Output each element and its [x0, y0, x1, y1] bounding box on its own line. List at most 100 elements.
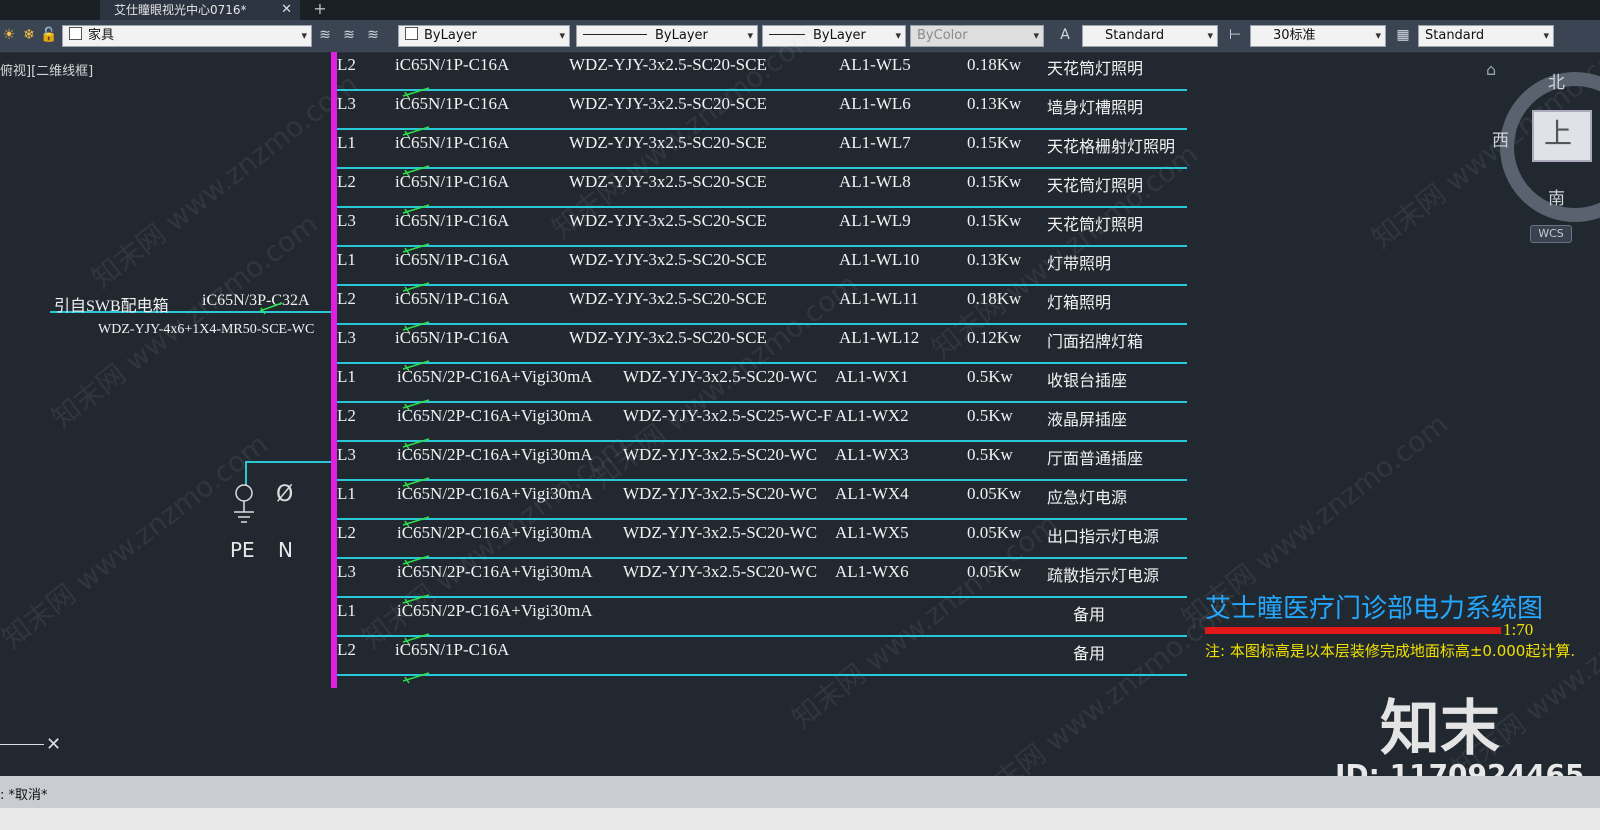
close-icon[interactable]: ✕ [281, 0, 292, 20]
command-line[interactable]: : *取消* [0, 776, 1600, 808]
circuit-power: 0.5Kw [967, 406, 1013, 425]
circuit-phase: L1 [337, 250, 356, 269]
circuit-row: L2 iC65N/1P-C16A WDZ-YJY-3x2.5-SC20-SCE AL1… [337, 52, 1187, 99]
circuit-description: 厅面普通插座 [1047, 449, 1144, 468]
n-label: N [278, 538, 293, 562]
circuit-power: 0.5Kw [967, 445, 1013, 464]
title-underline [1205, 627, 1501, 634]
circuit-id: AL1-WL11 [839, 289, 919, 308]
viewport-label[interactable]: 俯视][二维线框] [0, 60, 93, 79]
ucs-x-icon: ✕ [46, 734, 62, 755]
circuit-cable: WDZ-YJY-3x2.5-SC20-WC [623, 484, 818, 503]
pe-label: PE [230, 538, 255, 562]
color-swatch [405, 27, 418, 40]
circuit-cable: WDZ-YJY-3x2.5-SC25-WC-F [623, 406, 833, 425]
circuit-phase: L2 [337, 523, 356, 542]
circuit-row: L1 iC65N/2P-C16A+Vigi30mA WDZ-YJY-3x2.5-SC… [337, 364, 1187, 411]
circuit-power: 0.18Kw [967, 55, 1022, 74]
circuit-phase: L2 [337, 406, 356, 425]
table-style-icon[interactable]: ▦ [1394, 26, 1412, 44]
circuit-row: L1 iC65N/2P-C16A+Vigi30mA 备用 [337, 598, 1187, 645]
circuit-breaker: iC65N/1P-C16A [395, 328, 510, 347]
circuit-id: AL1-WL5 [839, 55, 911, 74]
circuit-description: 备用 [1073, 605, 1106, 624]
circuit-power: 0.15Kw [967, 133, 1022, 152]
new-tab-icon[interactable]: + [310, 0, 330, 20]
breaker-switch-icon [402, 672, 430, 684]
chevron-down-icon: ▾ [1207, 29, 1213, 42]
chevron-down-icon: ▾ [1375, 29, 1381, 42]
freeze-icon[interactable]: ❄ [20, 26, 38, 44]
compass-south[interactable]: 南 [1548, 184, 1565, 209]
circuit-breaker: iC65N/1P-C16A [395, 133, 510, 152]
circuit-description: 墙身灯槽照明 [1047, 98, 1144, 117]
circuit-row: L3 iC65N/2P-C16A+Vigi30mA WDZ-YJY-3x2.5-SC… [337, 442, 1187, 489]
chevron-down-icon: ▾ [1033, 29, 1039, 42]
circuit-power: 0.05Kw [967, 484, 1022, 503]
circuit-power: 0.05Kw [967, 562, 1022, 581]
circuit-breaker: iC65N/2P-C16A+Vigi30mA [397, 562, 593, 581]
circuit-breaker: iC65N/1P-C16A [395, 172, 510, 191]
circuit-id: AL1-WX3 [835, 445, 909, 464]
table-style-dropdown[interactable]: Standard ▾ [1418, 25, 1554, 47]
circuit-description: 出口指示灯电源 [1047, 527, 1160, 546]
linetype-preview [583, 34, 647, 35]
circuit-power: 0.05Kw [967, 523, 1022, 542]
layer-value: 家具 [88, 28, 115, 43]
lock-icon[interactable]: 🔓 [40, 26, 58, 44]
circuit-id: AL1-WX4 [835, 484, 909, 503]
circuit-cable: WDZ-YJY-3x2.5-SC20-SCE [569, 94, 767, 113]
circuit-description: 门面招牌灯箱 [1047, 332, 1144, 351]
viewcube-face[interactable]: 上 [1532, 110, 1592, 162]
table-style-value: Standard [1425, 28, 1485, 43]
circuit-description: 天花筒灯照明 [1047, 176, 1144, 195]
layer-previous-icon[interactable]: ≋ [340, 26, 358, 44]
pe-wire-drop [245, 461, 247, 485]
circuit-phase: L3 [337, 445, 356, 464]
dimension-style-dropdown[interactable]: 30标准 ▾ [1250, 25, 1386, 47]
compass-north[interactable]: 北 [1548, 68, 1565, 93]
circuit-breaker: iC65N/2P-C16A+Vigi30mA [397, 406, 593, 425]
layer-states-icon[interactable]: ≋ [364, 26, 382, 44]
command-text: : *取消* [0, 788, 48, 803]
circuit-breaker: iC65N/2P-C16A+Vigi30mA [397, 367, 593, 386]
color-dropdown[interactable]: ByLayer ▾ [398, 25, 570, 47]
circuit-description: 灯带照明 [1047, 254, 1112, 273]
circuit-breaker: iC65N/1P-C16A [395, 289, 510, 308]
circuit-description: 收银台插座 [1047, 371, 1128, 390]
drawing-title: 艾士瞳医疗门诊部电力系统图 [1205, 594, 1544, 624]
circuit-power: 0.15Kw [967, 211, 1022, 230]
circuit-id: AL1-WL6 [839, 94, 911, 113]
circuit-cable: WDZ-YJY-3x2.5-SC20-SCE [569, 133, 767, 152]
dimension-style-icon[interactable]: ⊢ [1226, 26, 1244, 44]
feeder-source: 引自SWB配电箱 [54, 298, 169, 315]
text-style-value: Standard [1105, 28, 1165, 43]
circuit-row: L2 iC65N/2P-C16A+Vigi30mA WDZ-YJY-3x2.5-SC… [337, 403, 1187, 450]
circuit-breaker: iC65N/1P-C16A [395, 640, 510, 659]
layer-dropdown[interactable]: 家具 ▾ [62, 25, 312, 47]
text-style-icon[interactable]: A [1056, 26, 1074, 44]
circuit-phase: L2 [337, 172, 356, 191]
layer-match-icon[interactable]: ≋ [316, 26, 334, 44]
circuit-row: L3 iC65N/2P-C16A+Vigi30mA WDZ-YJY-3x2.5-SC… [337, 559, 1187, 606]
circuit-breaker: iC65N/1P-C16A [395, 94, 510, 113]
tiled-watermark: 知末网 www.znzmo.com [45, 207, 325, 436]
circuit-description: 备用 [1073, 644, 1106, 663]
linetype-dropdown[interactable]: ByLayer ▾ [576, 25, 758, 47]
compass-west[interactable]: 西 [1492, 126, 1509, 151]
circuit-cable: WDZ-YJY-3x2.5-SC20-SCE [569, 172, 767, 191]
circuit-cable: WDZ-YJY-3x2.5-SC20-SCE [569, 211, 767, 230]
wcs-menu[interactable]: WCS [1530, 225, 1572, 243]
document-tab[interactable]: 艾仕瞳眼视光中心0716* ✕ [100, 0, 300, 20]
circuit-row: L3 iC65N/1P-C16A WDZ-YJY-3x2.5-SC20-SCE AL1… [337, 91, 1187, 138]
circuit-breaker: iC65N/1P-C16A [395, 55, 510, 74]
home-icon[interactable]: ⌂ [1486, 60, 1496, 79]
circuit-power: 0.15Kw [967, 172, 1022, 191]
circuit-cable: WDZ-YJY-3x2.5-SC20-SCE [569, 289, 767, 308]
sun-icon[interactable]: ☀ [0, 26, 18, 44]
circuit-phase: L3 [337, 211, 356, 230]
circuit-power: 0.12Kw [967, 328, 1022, 347]
plotstyle-dropdown[interactable]: ByColor ▾ [910, 25, 1044, 47]
brand-watermark: 知末 [1380, 694, 1500, 764]
text-style-dropdown[interactable]: Standard ▾ [1082, 25, 1218, 47]
